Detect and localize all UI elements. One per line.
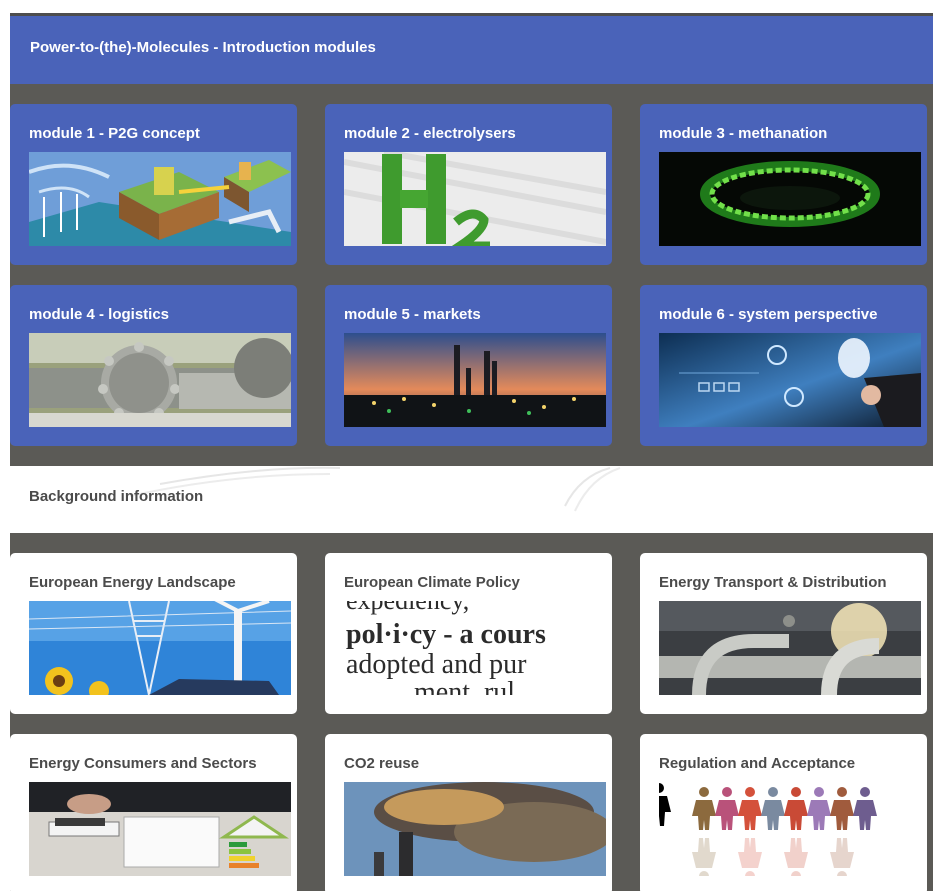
pipeline-logistics-image [29,333,291,427]
system-perspective-image [659,333,921,427]
background-card-2[interactable]: European Climate Policy expediency, pol·… [325,553,612,714]
background-section-header: Background information [10,466,933,533]
module-card-1[interactable]: module 1 - P2G concept [10,104,297,265]
background-card-1[interactable]: European Energy Landscape [10,553,297,714]
module-card-2[interactable]: module 2 - electrolysers [325,104,612,265]
climate-policy-image: expediency, pol·i·cy - a cours adopted a… [344,601,606,695]
module-card-6[interactable]: module 6 - system perspective [640,285,927,446]
policy-text-line-3: adopted and pur [346,649,527,680]
background-card-title: European Energy Landscape [29,574,236,591]
module-card-3[interactable]: module 3 - methanation [640,104,927,265]
module-card-4[interactable]: module 4 - logistics [10,285,297,446]
p2g-concept-image [29,152,291,246]
background-card-title: Regulation and Acceptance [659,755,856,772]
module-card-title: module 1 - P2G concept [29,125,200,142]
policy-text-line-2: pol·i·cy - a cours [346,619,546,650]
background-card-title: CO2 reuse [344,755,420,772]
energy-consumers-image [29,782,291,876]
module-card-5[interactable]: module 5 - markets [325,285,612,446]
energy-landscape-image [29,601,291,695]
background-card-3[interactable]: Energy Transport & Distribution [640,553,927,714]
background-card-title: Energy Transport & Distribution [659,574,887,591]
h2-grass-image [344,152,606,246]
background-card-5[interactable]: CO2 reuse [325,734,612,895]
co2-smokestack-image [344,782,606,876]
module-card-title: module 5 - markets [344,306,481,323]
refinery-markets-image [344,333,606,427]
gas-flame-image [659,152,921,246]
module-card-title: module 6 - system perspective [659,306,878,323]
policy-text-line-1: expediency, [346,601,469,615]
module-card-title: module 2 - electrolysers [344,125,516,142]
module-card-title: module 4 - logistics [29,306,170,323]
background-card-title: Energy Consumers and Sectors [29,755,257,772]
module-card-title: module 3 - methanation [659,125,828,142]
banner-top-rule [10,13,933,16]
background-section-title: Background information [29,488,204,505]
policy-text-line-4: ment, rul [414,677,515,695]
background-card-6[interactable]: Regulation and Acceptance [640,734,927,895]
paper-people-image [659,782,921,876]
background-card-title: European Climate Policy [344,574,520,591]
background-card-4[interactable]: Energy Consumers and Sectors [10,734,297,895]
page-title-banner: Power-to-(the)-Molecules - Introduction … [10,13,933,84]
page-title: Power-to-(the)-Molecules - Introduction … [30,39,376,56]
energy-transport-image [659,601,921,695]
